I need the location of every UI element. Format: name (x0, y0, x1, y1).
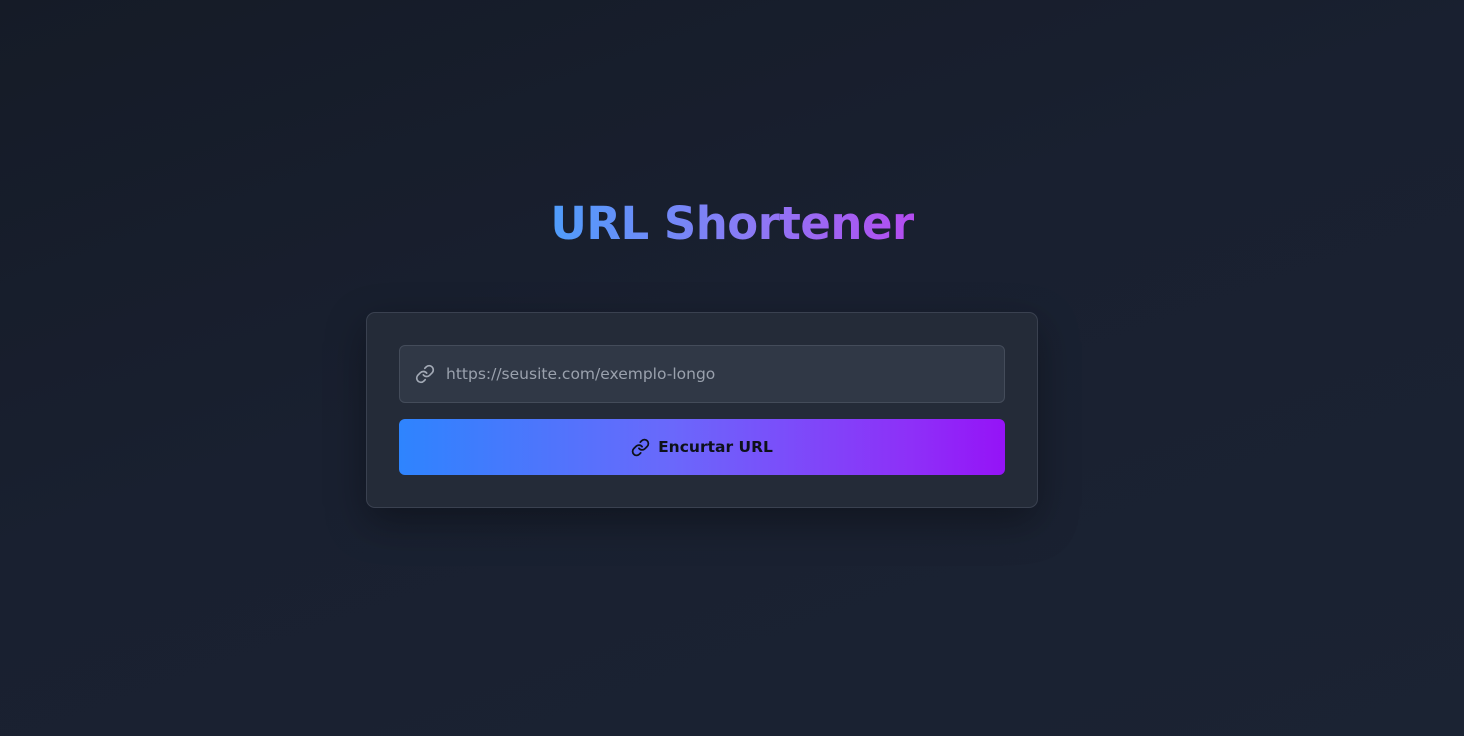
shortener-card: Encurtar URL (366, 312, 1038, 508)
link-icon (415, 364, 435, 384)
page-title: URL Shortener (0, 194, 1464, 254)
url-input[interactable] (446, 346, 996, 402)
page-title-text: URL Shortener (550, 197, 914, 250)
shorten-url-button[interactable]: Encurtar URL (399, 419, 1005, 475)
url-input-wrapper[interactable] (399, 345, 1005, 403)
link-icon (631, 438, 650, 456)
shorten-button-label: Encurtar URL (658, 438, 773, 456)
